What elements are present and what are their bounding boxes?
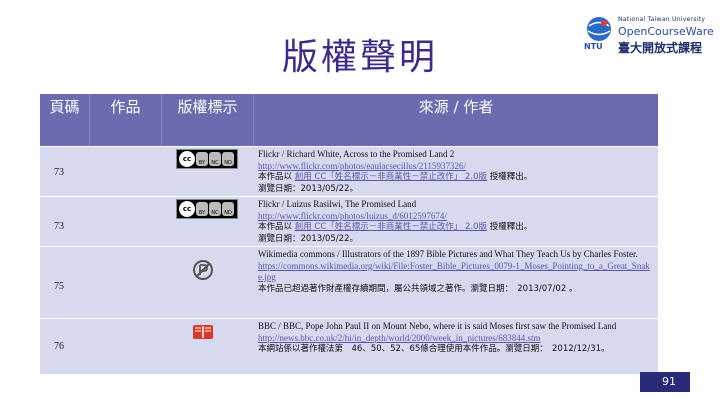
table-row: 75 Wikimedia commons / Illustrators of t…	[40, 246, 658, 318]
logo-ntu: NTU	[584, 42, 603, 51]
license-statement: 本作品以 創用 CC「姓名標示－非商業性－禁止改作」 2.0版 授權釋出。	[258, 222, 533, 232]
access-date: 瀏覽日期：2013/05/22。	[258, 183, 358, 194]
header-page: 頁碼	[40, 94, 90, 146]
source-text: BBC / BBC, Pope John Paul II on Mount Ne…	[258, 321, 617, 331]
source-text: Wikimedia commons / Illustrators of the …	[258, 249, 638, 259]
source-link[interactable]: http://www.flickr.com/photos/luizus_d/60…	[258, 211, 656, 223]
license-statement: 本作品以 創用 CC「姓名標示－非商業性－禁止改作」 2.0版 授權釋出。	[258, 172, 533, 182]
fair-use-icon	[192, 323, 214, 346]
row-page: 75	[54, 281, 64, 292]
cc-by-nc-nd-icon: cc BY NC ND	[176, 149, 238, 169]
header-license: 版權標示	[162, 94, 254, 146]
row-source: Wikimedia commons / Illustrators of the …	[258, 249, 656, 295]
header-work: 作品	[90, 94, 162, 146]
access-date: 瀏覽日期：2013/05/22。	[258, 233, 358, 244]
table-header: 頁碼 作品 版權標示 來源 / 作者	[40, 94, 658, 146]
row-page: 73	[54, 167, 64, 178]
table-row: 73 cc BY NC ND Flickr / Luizus Rasilwi, The…	[40, 196, 658, 246]
public-domain-icon	[192, 259, 214, 286]
row-page: 73	[54, 221, 64, 232]
source-link[interactable]: http://www.flickr.com/photos/eaulacsecil…	[258, 161, 656, 173]
cc-by-nc-nd-icon: cc BY NC ND	[176, 199, 238, 219]
source-text: Flickr / Richard White, Across to the Pr…	[258, 149, 455, 159]
license-link[interactable]: 創用 CC「姓名標示－非商業性－禁止改作」 2.0版	[295, 222, 487, 232]
license-note: 本網站係以著作權法第 46、50、52、65條合理使用本件作品。瀏覽日期： 20…	[258, 344, 610, 354]
license-link[interactable]: 創用 CC「姓名標示－非商業性－禁止改作」 2.0版	[295, 172, 487, 182]
row-page: 76	[54, 341, 64, 352]
source-text: Flickr / Luizus Rasilwi, The Promised La…	[258, 199, 417, 209]
logo-university: National Taiwan University	[618, 16, 706, 23]
source-link[interactable]: http://news.bbc.co.uk/2/hi/in_depth/worl…	[258, 333, 656, 345]
ntu-ocw-logo: National Taiwan University OpenCourseWar…	[584, 12, 714, 56]
copyright-table: 頁碼 作品 版權標示 來源 / 作者 73 cc BY NC ND Flickr / …	[40, 94, 658, 374]
table-row: 73 cc BY NC ND Flickr / Richard White, Acro…	[40, 146, 658, 196]
table-row: 76 BBC / BBC, Pope John Paul II on Mount…	[40, 318, 658, 374]
page-number: 91	[662, 375, 676, 388]
table-body: 73 cc BY NC ND Flickr / Richard White, Acro…	[40, 146, 658, 374]
license-note: 本作品已超過著作財產權存續期間，屬公共領域之著作。瀏覽日期： 2013/07/0…	[258, 283, 578, 294]
logo-chinese: 臺大開放式課程	[618, 41, 703, 55]
header-source: 來源 / 作者	[418, 98, 494, 116]
globe-icon	[587, 17, 611, 41]
row-source: Flickr / Richard White, Across to the Pr…	[258, 149, 656, 195]
source-link[interactable]: https://commons.wikimedia.org/wiki/File:…	[258, 261, 656, 284]
logo-ocw: OpenCourseWare	[618, 25, 714, 38]
row-source: BBC / BBC, Pope John Paul II on Mount Ne…	[258, 321, 656, 356]
row-source: Flickr / Luizus Rasilwi, The Promised La…	[258, 199, 656, 245]
